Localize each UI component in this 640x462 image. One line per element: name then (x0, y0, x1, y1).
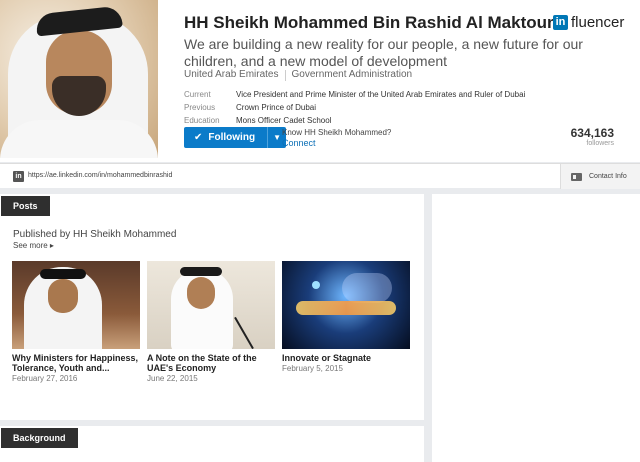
profile-card: HH Sheikh Mohammed Bin Rashid Al Maktoum… (0, 0, 640, 162)
linkedin-logo-icon: in (553, 15, 568, 30)
chevron-down-icon: ▼ (273, 133, 281, 142)
post-title[interactable]: Innovate or Stagnate (282, 353, 410, 363)
profile-name: HH Sheikh Mohammed Bin Rashid Al Maktoum (184, 13, 563, 32)
post-title[interactable]: Why Ministers for Happiness, Tolerance, … (12, 353, 140, 373)
fact-row-current: Current Vice President and Prime Ministe… (184, 88, 525, 101)
profile-headline: We are building a new reality for our pe… (184, 36, 583, 69)
fact-value[interactable]: Mons Officer Cadet School (236, 114, 331, 127)
post-card[interactable]: Why Ministers for Happiness, Tolerance, … (12, 261, 140, 383)
post-title[interactable]: A Note on the State of the UAE's Economy (147, 353, 275, 373)
background-tab: Background (1, 428, 78, 448)
profile-url-bar: in https://ae.linkedin.com/in/mohammedbi… (0, 163, 640, 189)
linkedin-icon: in (13, 171, 24, 182)
post-card[interactable]: Innovate or Stagnate February 5, 2015 (282, 261, 410, 373)
post-thumbnail[interactable] (12, 261, 140, 349)
post-thumbnail[interactable] (147, 261, 275, 349)
connect-link[interactable]: Connect (282, 138, 316, 148)
post-date: June 22, 2015 (147, 374, 198, 383)
followers-count: 634,163 followers (571, 126, 614, 147)
fact-value[interactable]: Vice President and Prime Minister of the… (236, 88, 525, 101)
industry-link[interactable]: Government Administration (292, 69, 413, 81)
fact-label: Previous (184, 103, 216, 112)
contact-info-button[interactable]: Contact Info (560, 164, 640, 189)
following-button[interactable]: ✔ Following (184, 127, 268, 148)
background-section: Background (0, 426, 424, 462)
profile-url[interactable]: https://ae.linkedin.com/in/mohammedbinra… (28, 172, 172, 179)
post-card[interactable]: A Note on the State of the UAE's Economy… (147, 261, 275, 383)
meta-divider (284, 70, 286, 81)
contact-info-label: Contact Info (589, 173, 627, 180)
fact-row-education: Education Mons Officer Cadet School (184, 114, 525, 127)
contact-card-icon (571, 172, 582, 181)
followers-label: followers (586, 140, 614, 147)
followers-number: 634,163 (570, 126, 614, 140)
post-date: February 5, 2015 (282, 364, 343, 373)
location-link[interactable]: United Arab Emirates (184, 69, 279, 81)
following-label: Following (208, 132, 256, 143)
fact-label: Education (184, 116, 220, 125)
follow-control: ✔ Following ▼ (184, 127, 287, 148)
see-more-link[interactable]: See more ▸ (13, 241, 54, 250)
profile-photo[interactable] (0, 0, 158, 158)
profile-facts: Current Vice President and Prime Ministe… (184, 88, 525, 127)
profile-meta: United Arab Emirates Government Administ… (184, 69, 412, 81)
fact-label: Current (184, 90, 211, 99)
post-date: February 27, 2016 (12, 374, 78, 383)
published-by: Published by HH Sheikh Mohammed (13, 229, 177, 240)
posts-section: Posts Published by HH Sheikh Mohammed Se… (0, 194, 424, 420)
fact-row-previous: Previous Crown Prince of Dubai (184, 101, 525, 114)
post-thumbnail[interactable] (282, 261, 410, 349)
right-sidebar (432, 194, 640, 462)
influencer-brand: in fluencer (553, 14, 624, 31)
posts-tab: Posts (1, 196, 50, 216)
checkmark-icon: ✔ (194, 132, 203, 143)
influencer-text: fluencer (571, 14, 625, 31)
know-prompt: Know HH Sheikh Mohammed? (282, 128, 392, 137)
fact-value[interactable]: Crown Prince of Dubai (236, 101, 316, 114)
